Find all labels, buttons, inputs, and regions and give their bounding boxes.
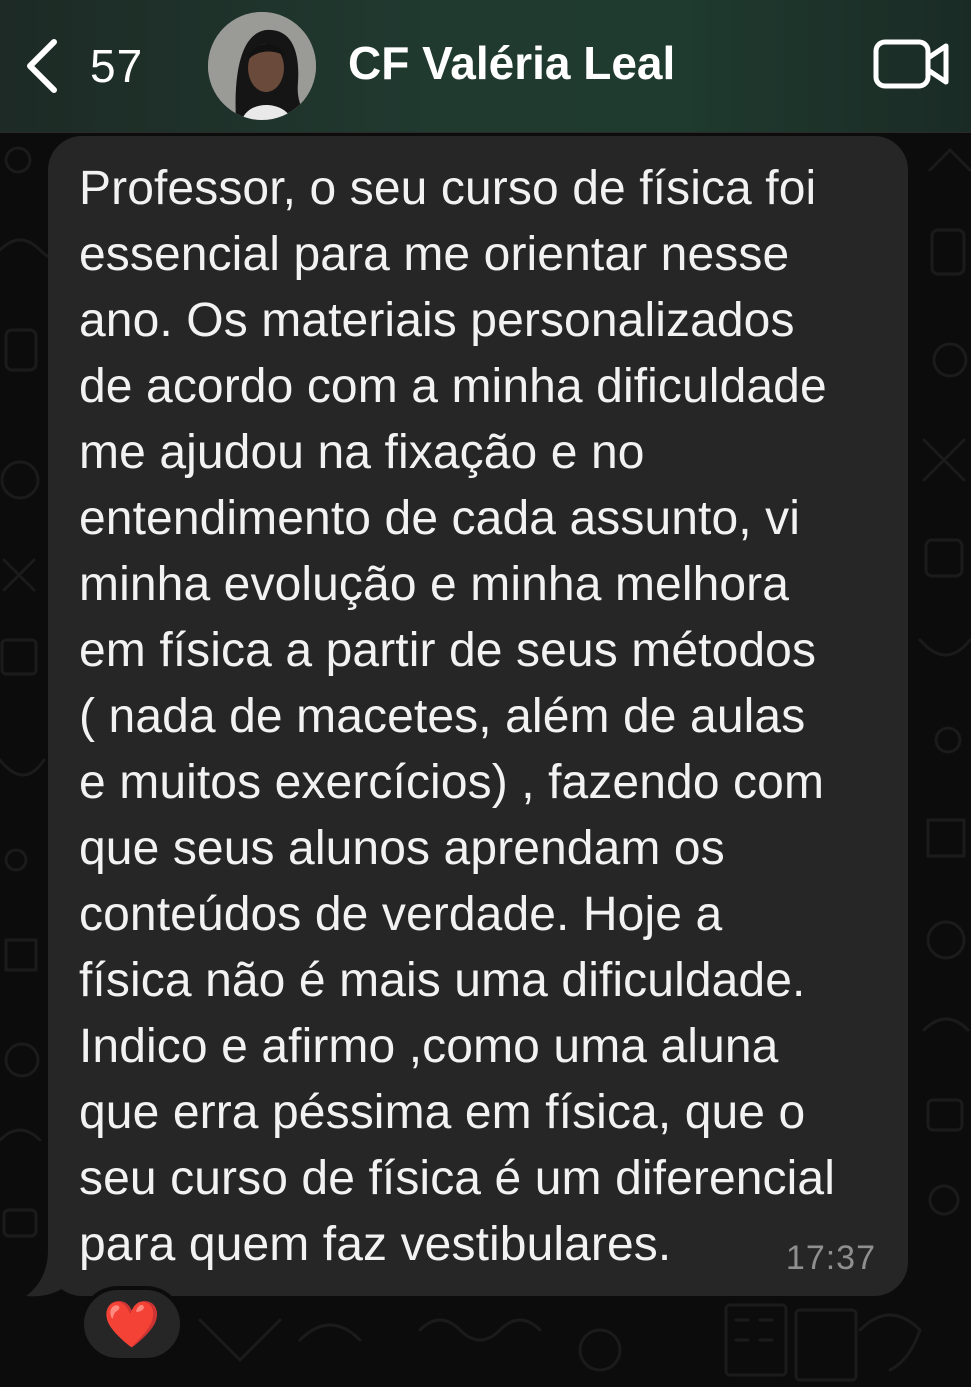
incoming-message-bubble[interactable]: Professor, o seu curso de física foi ess… xyxy=(48,136,908,1296)
back-button[interactable]: 57 xyxy=(18,28,143,104)
contact-name[interactable]: CF Valéria Leal xyxy=(348,36,675,90)
message-text: Professor, o seu curso de física foi ess… xyxy=(79,162,835,1271)
message-timestamp: 17:37 xyxy=(785,1239,876,1277)
avatar[interactable] xyxy=(208,12,316,120)
video-call-button[interactable] xyxy=(872,36,952,92)
unread-count: 57 xyxy=(90,40,144,92)
video-camera-icon xyxy=(873,39,949,89)
heart-icon: ❤️ xyxy=(103,1297,161,1350)
chevron-left-icon xyxy=(27,39,57,93)
heart-reaction[interactable]: ❤️ xyxy=(80,1286,184,1362)
chat-header: 57 CF Valéria Leal xyxy=(0,0,971,133)
chat-screen: 57 CF Valéria Leal Professor, o seu curs… xyxy=(0,0,971,1387)
contact-photo xyxy=(208,12,316,120)
